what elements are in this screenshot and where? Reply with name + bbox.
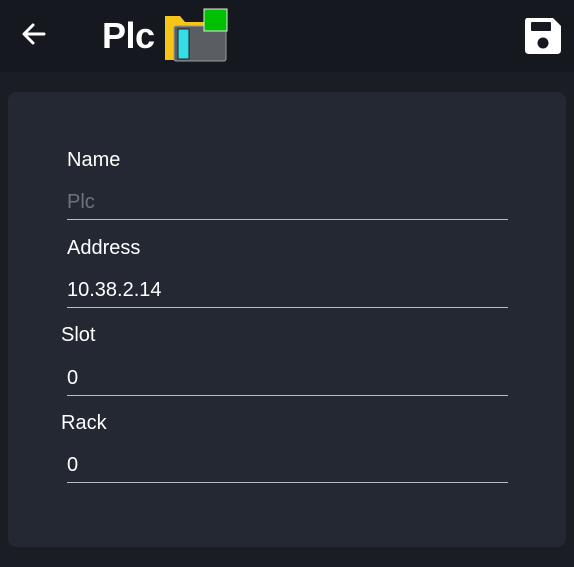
rack-field[interactable] bbox=[67, 448, 508, 483]
arrow-left-icon bbox=[22, 23, 46, 45]
name-field[interactable] bbox=[67, 185, 508, 220]
page-title: Plc bbox=[102, 15, 155, 56]
plc-settings-card: Name Address Slot Rack bbox=[8, 92, 566, 547]
name-label: Name bbox=[67, 149, 121, 171]
app-bar: Plc bbox=[0, 0, 574, 72]
plc-folder-icon bbox=[164, 8, 228, 64]
address-label: Address bbox=[67, 237, 141, 259]
save-button[interactable] bbox=[521, 14, 565, 58]
floppy-disk-icon bbox=[525, 18, 561, 54]
slot-field[interactable] bbox=[67, 361, 508, 396]
back-button[interactable] bbox=[14, 14, 54, 54]
address-field[interactable] bbox=[67, 273, 508, 308]
slot-label: Slot bbox=[61, 324, 96, 346]
rack-label: Rack bbox=[61, 412, 107, 434]
